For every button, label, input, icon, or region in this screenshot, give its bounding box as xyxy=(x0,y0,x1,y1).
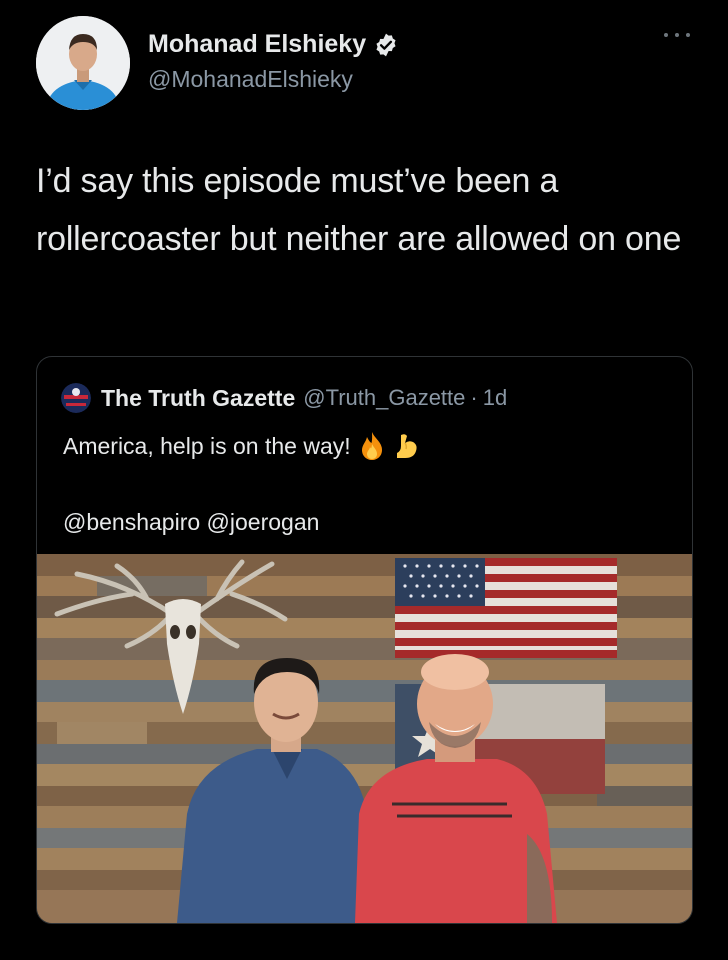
author-handle[interactable]: @MohanadElshieky xyxy=(148,66,353,93)
author-name-row[interactable]: Mohanad Elshieky xyxy=(148,30,399,59)
quoted-author-handle[interactable]: @Truth_Gazette xyxy=(303,385,465,411)
quoted-tweet-text-row: America, help is on the way! xyxy=(63,431,419,461)
author-avatar[interactable] xyxy=(36,16,130,110)
tweet-text: I’d say this episode must’ve been a roll… xyxy=(36,162,682,258)
more-options-icon[interactable] xyxy=(664,28,690,42)
quoted-tweet-mentions[interactable]: @benshapiro @joerogan xyxy=(63,509,319,536)
author-name[interactable]: Mohanad Elshieky xyxy=(148,30,366,59)
separator-dot: · xyxy=(470,385,478,410)
quoted-tweet-text: America, help is on the way! xyxy=(63,432,351,459)
quoted-tweet-header: The Truth Gazette @Truth_Gazette · 1d xyxy=(61,383,507,413)
fire-emoji-icon xyxy=(359,431,385,461)
quoted-author-name[interactable]: The Truth Gazette xyxy=(101,385,295,412)
quoted-tweet-card[interactable]: The Truth Gazette @Truth_Gazette · 1d Am… xyxy=(36,356,693,924)
quoted-author-avatar[interactable] xyxy=(61,383,91,413)
quoted-tweet-photo[interactable] xyxy=(37,554,692,923)
flexed-biceps-emoji-icon xyxy=(393,431,419,461)
quoted-tweet-time[interactable]: 1d xyxy=(483,385,507,411)
verified-badge-icon xyxy=(373,32,399,58)
